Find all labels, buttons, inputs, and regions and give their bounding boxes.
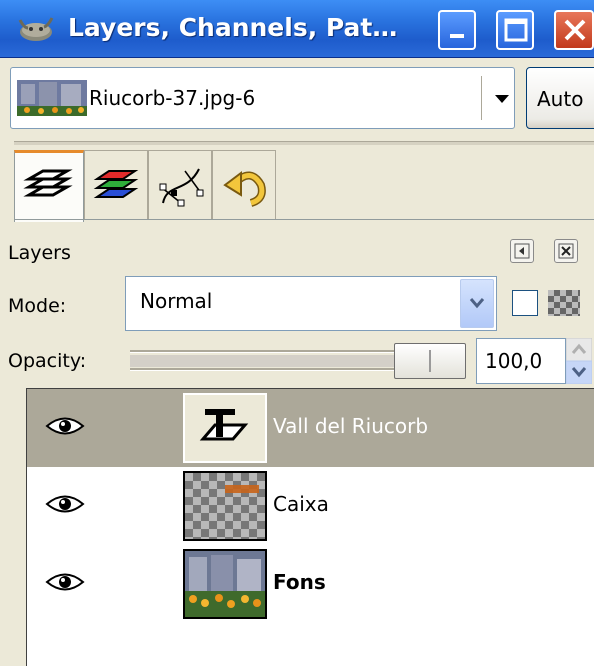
mode-value: Normal [140, 289, 213, 313]
panel-close-button[interactable] [554, 239, 578, 263]
opacity-value: 100,0 [485, 349, 543, 373]
tab-channels[interactable] [84, 150, 148, 220]
eye-icon[interactable] [45, 415, 85, 437]
slider-grip [429, 350, 431, 372]
maximize-icon [504, 18, 528, 42]
tab-undo-history[interactable] [212, 150, 276, 220]
dock-tabs [14, 150, 594, 222]
layer-thumbnail [183, 393, 267, 463]
close-button[interactable] [554, 10, 594, 50]
divider [481, 76, 482, 120]
opacity-spin-buttons[interactable] [566, 338, 592, 384]
dropdown-arrow-icon[interactable] [495, 95, 509, 103]
opacity-spinbox[interactable]: 100,0 [476, 338, 566, 384]
panel-menu-button[interactable] [510, 239, 534, 263]
lock-alpha-icon [548, 290, 580, 316]
layer-row[interactable]: Fons [27, 545, 594, 623]
mode-label: Mode: [8, 295, 67, 317]
layers-icon [23, 169, 73, 197]
separator [14, 141, 594, 145]
layer-name[interactable]: Caixa [273, 492, 329, 516]
layer-thumbnail [183, 471, 267, 541]
photo-thumbnail [185, 551, 265, 617]
gimp-icon [18, 17, 54, 41]
paths-icon [159, 168, 204, 207]
layer-name[interactable]: Vall del Riucorb [273, 414, 428, 438]
eye-icon[interactable] [45, 493, 85, 515]
image-name: Riucorb-37.jpg-6 [89, 86, 256, 110]
minimize-button[interactable] [438, 10, 476, 50]
auto-button[interactable]: Auto [526, 67, 594, 129]
panel-title: Layers [8, 242, 71, 264]
layer-row[interactable]: Caixa [27, 467, 594, 545]
lock-alpha-checkbox[interactable] [512, 290, 538, 316]
close-icon [564, 19, 586, 41]
image-thumbnail [17, 80, 87, 116]
text-tool-icon [199, 409, 249, 441]
layer-thumbnail [183, 549, 267, 619]
caixa-content [225, 485, 259, 493]
minimize-icon [450, 34, 464, 38]
undo-history-icon [223, 171, 266, 207]
opacity-slider-thumb[interactable] [394, 343, 466, 379]
mode-dropdown-button[interactable] [460, 279, 494, 328]
layer-name[interactable]: Fons [273, 570, 326, 594]
chevron-down-icon [469, 298, 485, 309]
tab-paths[interactable] [148, 150, 212, 220]
close-icon [558, 243, 574, 259]
eye-icon[interactable] [45, 571, 85, 593]
image-selector[interactable]: Riucorb-37.jpg-6 [10, 67, 515, 129]
menu-arrow-icon [514, 243, 530, 259]
mode-select[interactable]: Normal [125, 276, 497, 331]
maximize-button[interactable] [496, 10, 534, 50]
tab-underline [14, 219, 594, 220]
layers-list[interactable]: Vall del Riucorb Caixa Fons [26, 388, 594, 666]
auto-button-label: Auto [537, 87, 584, 111]
layer-row[interactable]: Vall del Riucorb [27, 389, 594, 467]
window-title: Layers, Channels, Pat… [68, 13, 398, 42]
slider-fill [130, 355, 400, 367]
title-bar[interactable]: Layers, Channels, Pat… [0, 0, 594, 58]
channels-icon [93, 170, 139, 198]
tab-layers[interactable] [14, 150, 84, 222]
opacity-label: Opacity: [8, 350, 87, 372]
